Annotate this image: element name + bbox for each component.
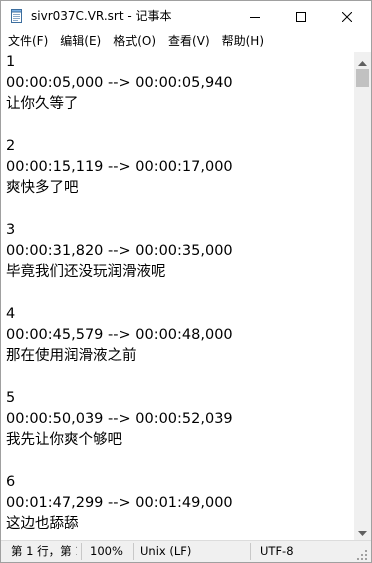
editor-line: 让你久等了 xyxy=(6,96,79,112)
status-divider xyxy=(250,543,251,560)
editor-line: 1 xyxy=(6,54,16,70)
menu-view[interactable]: 查看(V) xyxy=(162,32,216,51)
editor-line: 爽快多了吧 xyxy=(6,180,79,196)
editor-line: 00:00:15,119 --> 00:00:17,000 xyxy=(6,159,233,175)
editor-line: 5 xyxy=(6,390,16,406)
close-icon xyxy=(342,11,352,22)
title-bar[interactable]: sivr037C.VR.srt - 记事本 xyxy=(1,1,371,32)
minimize-icon xyxy=(250,12,260,22)
menu-file[interactable]: 文件(F) xyxy=(1,32,54,51)
menu-edit[interactable]: 编辑(E) xyxy=(54,32,107,51)
status-divider xyxy=(81,543,82,560)
menu-bar: 文件(F) 编辑(E) 格式(O) 查看(V) 帮助(H) xyxy=(1,32,371,51)
editor-line: 那在使用润滑液之前 xyxy=(6,348,137,364)
editor-line: 3 xyxy=(6,222,16,238)
editor-line: 4 xyxy=(6,306,16,322)
notepad-icon xyxy=(9,8,25,24)
editor-line: 00:00:45,579 --> 00:00:48,000 xyxy=(6,327,233,343)
close-button[interactable] xyxy=(324,1,370,32)
scroll-thumb[interactable] xyxy=(356,69,369,87)
editor-line: 6 xyxy=(6,474,16,490)
status-cursor-position: 第 1 行，第 1 列 xyxy=(11,544,77,558)
status-divider xyxy=(133,543,134,560)
editor-line: 00:01:47,299 --> 00:01:49,000 xyxy=(6,495,233,511)
chevron-down-icon xyxy=(358,522,367,541)
status-bar: 第 1 行，第 1 列 100% Unix (LF) UTF-8 xyxy=(1,540,371,562)
resize-grip-icon[interactable] xyxy=(356,546,368,560)
editor-line: 00:00:31,820 --> 00:00:35,000 xyxy=(6,243,233,259)
minimize-button[interactable] xyxy=(232,1,278,32)
status-encoding: UTF-8 xyxy=(260,544,294,558)
editor-line: 毕竟我们还没玩润滑液呢 xyxy=(6,264,166,280)
window-title: sivr037C.VR.srt - 记事本 xyxy=(31,9,172,23)
notepad-window: sivr037C.VR.srt - 记事本 文件(F) 编辑(E) 格式(O) … xyxy=(0,0,372,563)
chevron-up-icon xyxy=(358,51,367,70)
scroll-down-button[interactable] xyxy=(354,523,371,540)
editor-line: 00:00:50,039 --> 00:00:52,039 xyxy=(6,411,233,427)
vertical-scrollbar[interactable] xyxy=(354,52,371,540)
maximize-button[interactable] xyxy=(278,1,324,32)
editor-line: 我先让你爽个够吧 xyxy=(6,432,122,448)
editor-line: 00:00:05,000 --> 00:00:05,940 xyxy=(6,75,233,91)
text-editor[interactable]: 1 00:00:05,000 --> 00:00:05,940 让你久等了 2 … xyxy=(1,52,354,540)
scroll-up-button[interactable] xyxy=(354,52,371,69)
maximize-icon xyxy=(296,11,306,22)
menu-format[interactable]: 格式(O) xyxy=(107,32,162,51)
status-line-ending: Unix (LF) xyxy=(140,544,192,558)
editor-line: 2 xyxy=(6,138,16,154)
editor-line: 这边也舔舔 xyxy=(6,516,79,532)
status-zoom: 100% xyxy=(90,544,123,558)
menu-help[interactable]: 帮助(H) xyxy=(216,32,270,51)
